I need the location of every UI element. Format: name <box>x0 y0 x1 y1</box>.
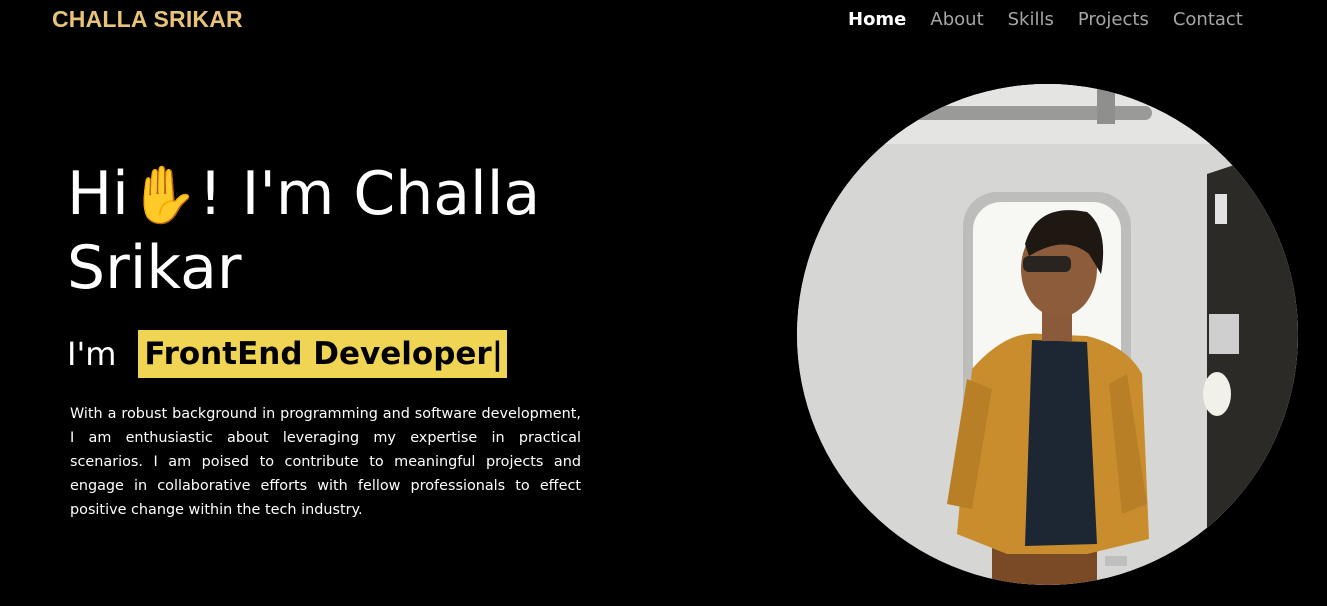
brand-logo[interactable]: CHALLA SRIKAR <box>52 6 243 33</box>
nav-projects[interactable]: Projects <box>1078 9 1149 30</box>
waving-hand-icon: ✋ <box>128 163 199 228</box>
page: CHALLA SRIKAR Home About Skills Projects… <box>0 0 1327 606</box>
profile-photo-illustration <box>797 84 1298 585</box>
hero-heading: Hi✋! I'm Challa Srikar <box>67 158 627 305</box>
im-label: I'm <box>67 335 117 373</box>
nav-skills[interactable]: Skills <box>1008 9 1054 30</box>
role-text: FrontEnd Developer <box>144 336 492 372</box>
role-line: I'm FrontEnd Developer| <box>67 330 508 378</box>
typing-cursor: | <box>491 336 504 372</box>
nav-home[interactable]: Home <box>848 9 906 30</box>
about-paragraph: With a robust background in programming … <box>70 406 581 518</box>
main-nav: Home About Skills Projects Contact <box>848 9 1267 30</box>
greeting-hi: Hi <box>67 159 129 229</box>
role-typewriter: FrontEnd Developer| <box>138 330 508 378</box>
nav-contact[interactable]: Contact <box>1173 9 1243 30</box>
nav-about[interactable]: About <box>930 9 983 30</box>
profile-photo <box>797 84 1298 585</box>
